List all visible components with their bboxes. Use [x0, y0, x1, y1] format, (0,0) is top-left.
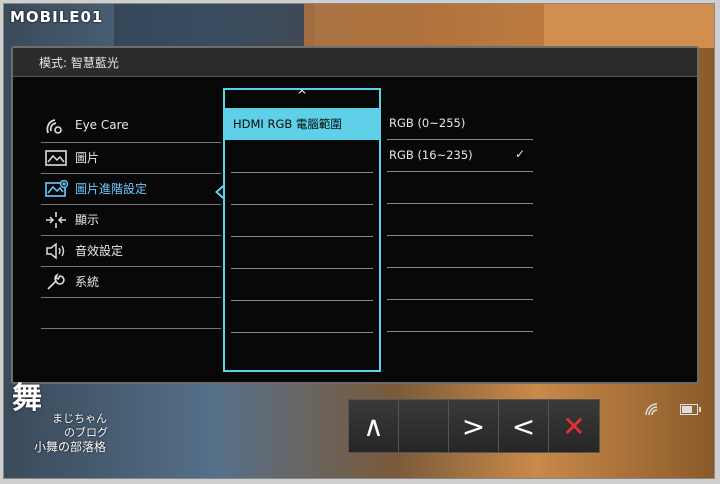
- option-label: RGB (0~255): [389, 116, 466, 130]
- submenu-item[interactable]: [231, 204, 373, 237]
- menu-item-eye-care[interactable]: Eye Care: [41, 112, 221, 143]
- picture-advanced-icon: [45, 179, 69, 198]
- watermark-logo: 舞: [12, 381, 42, 416]
- menu-item-label: Eye Care: [75, 118, 129, 132]
- menu-item-label: 顯示: [75, 213, 100, 227]
- key-up-button[interactable]: ∧: [349, 400, 399, 452]
- watermark-line: 小舞の部落格: [34, 440, 107, 454]
- key-left-button[interactable]: <: [499, 400, 549, 452]
- menu-item-picture-advanced[interactable]: 圖片進階設定: [41, 174, 221, 205]
- submenu-item-label: HDMI RGB 電腦範圍: [233, 117, 342, 131]
- picture-icon: [45, 149, 67, 167]
- option-empty: [387, 204, 533, 236]
- menu-item-label: 系統: [75, 275, 100, 289]
- option-empty: [387, 236, 533, 268]
- menu-item-display[interactable]: 顯示: [41, 205, 221, 236]
- background-rock: [544, 4, 714, 48]
- submenu-item-hdmi-rgb-range[interactable]: HDMI RGB 電腦範圍: [225, 108, 379, 140]
- watermark-line: のブログ: [64, 426, 108, 439]
- mode-label: 模式: 智慧藍光: [39, 56, 119, 70]
- key-blank-button[interactable]: [399, 400, 449, 452]
- eye-care-icon: [45, 118, 67, 136]
- option-rgb-0-255[interactable]: RGB (0~255): [387, 108, 533, 140]
- submenu-item[interactable]: [231, 140, 373, 173]
- audio-icon: [45, 242, 67, 260]
- submenu-item[interactable]: [231, 172, 373, 205]
- watermark-line: まじちゃん: [52, 412, 107, 425]
- option-list: RGB (0~255) RGB (16~235) ✓: [387, 108, 533, 332]
- battery-fill: [682, 406, 692, 413]
- submenu-item[interactable]: [231, 268, 373, 301]
- option-empty: [387, 172, 533, 204]
- background-rock: [304, 4, 564, 48]
- background-mountain: [114, 4, 314, 48]
- site-watermark: MOBILE01: [10, 8, 104, 26]
- menu-item-empty: [41, 298, 221, 329]
- osd-header: 模式: 智慧藍光: [13, 48, 697, 77]
- system-wrench-icon: [45, 273, 67, 291]
- key-right-button[interactable]: >: [449, 400, 499, 452]
- hardware-key-bar: ∧ > < ✕: [348, 399, 600, 453]
- option-rgb-16-235[interactable]: RGB (16~235) ✓: [387, 140, 533, 172]
- menu-item-label: 圖片: [75, 151, 100, 165]
- main-menu: Eye Care 圖片 圖片進階設定 顯示 音效設定 系統: [41, 112, 221, 329]
- checkmark-icon: ✓: [514, 147, 525, 161]
- option-empty: [387, 300, 533, 332]
- option-label: RGB (16~235): [389, 148, 473, 162]
- menu-item-label: 音效設定: [75, 244, 124, 258]
- menu-item-system[interactable]: 系統: [41, 267, 221, 298]
- submenu-item[interactable]: [231, 332, 373, 364]
- submenu-item[interactable]: [231, 236, 373, 269]
- scroll-up-icon[interactable]: ^: [225, 88, 379, 102]
- option-empty: [387, 268, 533, 300]
- display-icon: [45, 211, 67, 229]
- menu-item-label: 圖片進階設定: [75, 182, 148, 196]
- submenu-item[interactable]: [231, 300, 373, 333]
- menu-item-picture[interactable]: 圖片: [41, 143, 221, 174]
- submenu-panel: ^ HDMI RGB 電腦範圍: [223, 88, 381, 372]
- photo-frame: MOBILE01 模式: 智慧藍光 Eye Care 圖片 圖片進階設定 顯示 …: [3, 3, 715, 479]
- key-close-button[interactable]: ✕: [549, 400, 599, 452]
- menu-item-audio[interactable]: 音效設定: [41, 236, 221, 267]
- battery-icon: [680, 404, 701, 415]
- wireless-icon: [644, 402, 660, 420]
- osd-menu-window: 模式: 智慧藍光 Eye Care 圖片 圖片進階設定 顯示 音效設定 系統 ^…: [11, 46, 699, 384]
